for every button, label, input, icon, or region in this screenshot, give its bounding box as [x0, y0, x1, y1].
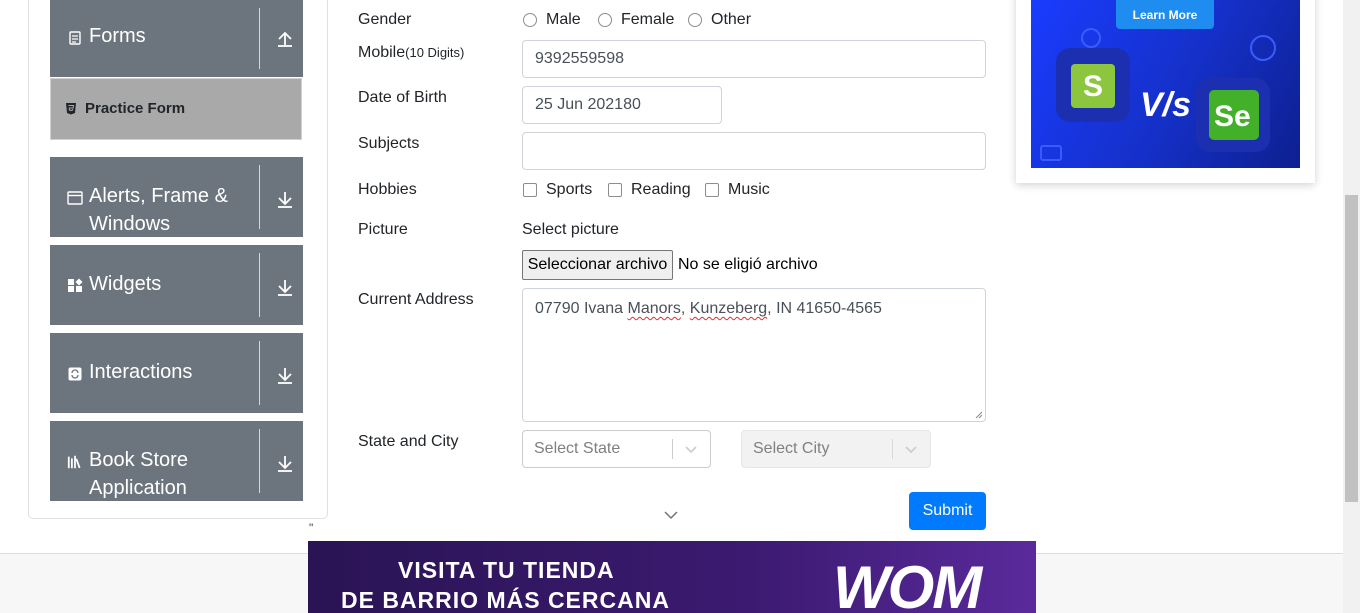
banner-line1: VISITA TU TIENDA: [398, 557, 615, 583]
books-icon: [67, 454, 83, 470]
choose-file-button[interactable]: Seleccionar archivo: [522, 250, 673, 280]
address-text: Kunzeberg: [689, 300, 768, 317]
expand-down-icon[interactable]: [276, 190, 294, 208]
subjects-label: Subjects: [358, 135, 420, 152]
hobby-music-label[interactable]: Music: [728, 181, 770, 199]
select-picture-label: Select picture: [522, 221, 619, 238]
ad-right-logo-text: Se: [1214, 100, 1251, 133]
city-select[interactable]: Select City: [741, 430, 931, 468]
banner-brand: WOM: [833, 554, 982, 613]
scrollbar-thumb[interactable]: [1345, 195, 1358, 502]
mobile-value: 9392559598: [535, 50, 624, 67]
sidebar-group-book-store[interactable]: Book Store Application: [50, 421, 303, 501]
gender-female-label[interactable]: Female: [621, 11, 674, 29]
hobbies-label: Hobbies: [358, 181, 417, 198]
ad-vs-text: V/s: [1140, 86, 1192, 124]
html5-icon: [66, 103, 76, 115]
hobby-music-checkbox[interactable]: [705, 183, 719, 197]
sidebar-group-interactions[interactable]: Interactions: [50, 333, 303, 413]
submit-button[interactable]: Submit: [909, 492, 986, 530]
divider: [259, 165, 260, 229]
chevron-down-icon: [685, 446, 697, 454]
gender-other-radio[interactable]: [688, 13, 702, 27]
gender-male-label[interactable]: Male: [546, 11, 581, 29]
mobile-label: Mobile(10 Digits): [358, 44, 464, 62]
dob-label: Date of Birth: [358, 89, 447, 106]
sidebar-group-widgets[interactable]: Widgets: [50, 245, 303, 325]
sidebar-group-label: Alerts, Frame & Windows: [89, 185, 228, 235]
mobile-input[interactable]: 9392559598: [522, 40, 986, 78]
subjects-input[interactable]: [522, 132, 986, 170]
picture-label: Picture: [358, 221, 408, 238]
expand-down-icon[interactable]: [276, 366, 294, 384]
hobby-sports-checkbox[interactable]: [523, 183, 537, 197]
sidebar-group-label: Interactions: [89, 361, 193, 383]
collapse-up-icon[interactable]: [276, 30, 294, 48]
state-select[interactable]: Select State: [522, 430, 711, 468]
banner-line2: DE BARRIO MÁS CERCANA: [341, 587, 670, 613]
interactions-icon: [67, 366, 83, 382]
address-text: 07790 Ivana: [535, 300, 628, 317]
divider: [259, 253, 260, 317]
mobile-label-text: Mobile: [358, 44, 406, 61]
sidebar-item-practice-form[interactable]: Practice Form: [50, 78, 302, 140]
hobby-sports-label[interactable]: Sports: [546, 181, 592, 199]
window-icon: [67, 190, 83, 206]
address-text: Manors: [627, 300, 681, 317]
gender-other-label[interactable]: Other: [711, 11, 751, 29]
document-icon: [67, 30, 83, 46]
sidebar-group-label: Forms: [89, 25, 146, 47]
dob-input[interactable]: 25 Jun 202180: [522, 86, 722, 124]
sidebar-group-label: Widgets: [89, 273, 162, 295]
gender-male-radio[interactable]: [523, 13, 537, 27]
gender-female-radio[interactable]: [598, 13, 612, 27]
chevron-down-icon: [905, 446, 917, 454]
file-status: No se eligió archivo: [678, 256, 818, 273]
address-text: , IN 41650-4565: [767, 300, 882, 317]
dob-value: 25 Jun 202180: [535, 96, 641, 113]
ad-graphic: [1040, 28, 1276, 161]
state-placeholder: Select State: [534, 440, 621, 457]
resize-handle-icon[interactable]: [975, 411, 983, 419]
address-text: ,: [680, 300, 690, 317]
sidebar-item-label: Practice Form: [85, 100, 186, 117]
sidebar-group-label: Book Store Application: [89, 449, 188, 499]
divider: [892, 439, 893, 459]
gender-label: Gender: [358, 11, 412, 28]
ad-banner-bottom[interactable]: VISITA TU TIENDA DE BARRIO MÁS CERCANA W…: [308, 541, 1036, 613]
address-value: 07790 Ivana Manors, Kunzeberg, IN 41650-…: [535, 300, 882, 318]
expand-down-icon[interactable]: [276, 278, 294, 296]
hobby-reading-checkbox[interactable]: [608, 183, 622, 197]
divider: [672, 439, 673, 459]
hobby-reading-label[interactable]: Reading: [631, 181, 691, 199]
stray-quote: ": [309, 521, 314, 535]
widgets-icon: [67, 278, 83, 294]
ad-banner-top[interactable]: Learn More S V/s Se: [1031, 0, 1300, 168]
address-textarea[interactable]: 07790 Ivana Manors, Kunzeberg, IN 41650-…: [522, 288, 986, 422]
state-city-label: State and City: [358, 433, 459, 450]
divider: [259, 341, 260, 405]
ad-left-logo-text: S: [1083, 70, 1104, 103]
city-placeholder: Select City: [753, 440, 830, 457]
divider: [259, 8, 260, 69]
mobile-hint: (10 Digits): [405, 45, 465, 60]
address-label: Current Address: [358, 291, 474, 308]
chevron-down-icon[interactable]: [663, 509, 679, 521]
expand-down-icon[interactable]: [276, 454, 294, 472]
sidebar-group-alerts[interactable]: Alerts, Frame & Windows: [50, 157, 303, 237]
divider: [259, 429, 260, 493]
sidebar-group-forms[interactable]: Forms: [50, 0, 303, 77]
